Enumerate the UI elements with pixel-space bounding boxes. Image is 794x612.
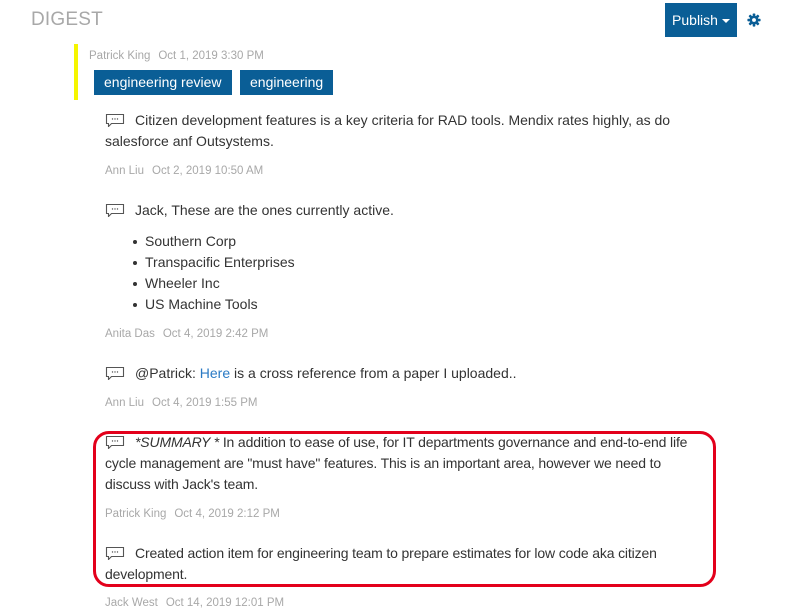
comment-author[interactable]: Ann Liu (105, 397, 144, 409)
list-item: Southern Corp (133, 231, 295, 252)
comment-date: Oct 2, 2019 10:50 AM (152, 165, 264, 177)
tag-engineering[interactable]: engineering (240, 70, 334, 95)
comment-2: Jack, These are the ones currently activ… (105, 200, 394, 221)
post-meta: Patrick King Oct 1, 2019 3:30 PM (89, 50, 264, 62)
list-item: Wheeler Inc (133, 273, 295, 294)
comment-icon (105, 435, 125, 449)
comment-text: cycle management are "must have" feature… (105, 455, 661, 471)
comment-meta: Patrick King Oct 4, 2019 2:12 PM (105, 508, 280, 520)
tag-engineering-review[interactable]: engineering review (94, 70, 232, 95)
gear-icon[interactable] (747, 13, 761, 27)
list-item: Transpacific Enterprises (133, 252, 295, 273)
comment-meta: Ann Liu Oct 2, 2019 10:50 AM (105, 165, 263, 177)
comment-meta: Anita Das Oct 4, 2019 2:42 PM (105, 328, 268, 340)
comment-icon (105, 113, 125, 127)
comment-text: development. (105, 566, 188, 582)
comment-4: *SUMMARY * In addition to ease of use, f… (105, 432, 687, 495)
comment-1: Citizen development features is a key cr… (105, 110, 670, 152)
comment-text: Jack, These are the ones currently activ… (135, 202, 394, 218)
page-title: DIGEST (31, 9, 103, 30)
comment-text: Citizen development features is a key cr… (135, 112, 671, 128)
comment-text: salesforce anf Outsystems. (105, 133, 274, 149)
comment-text-suffix: is a cross reference from a paper I uplo… (230, 365, 517, 381)
company-list: Southern Corp Transpacific Enterprises W… (133, 231, 295, 315)
comment-meta: Ann Liu Oct 4, 2019 1:55 PM (105, 397, 258, 409)
comment-author[interactable]: Anita Das (105, 328, 155, 340)
comment-text-prefix: @Patrick: (135, 365, 200, 381)
publish-label: Publish (672, 12, 718, 28)
comment-text: discuss with Jack's team. (105, 476, 258, 492)
caret-down-icon (721, 19, 730, 23)
comment-author[interactable]: Patrick King (105, 508, 166, 520)
post-author[interactable]: Patrick King (89, 50, 150, 62)
comment-date: Oct 4, 2019 2:12 PM (174, 508, 280, 520)
comment-3: @Patrick: Here is a cross reference from… (105, 363, 517, 384)
comment-date: Oct 4, 2019 1:55 PM (152, 397, 258, 409)
post-marker-bar (74, 44, 78, 100)
comment-icon (105, 546, 125, 560)
comment-icon (105, 203, 125, 217)
here-link[interactable]: Here (200, 365, 230, 381)
post-date: Oct 1, 2019 3:30 PM (158, 50, 264, 62)
comment-date: Oct 14, 2019 12:01 PM (165, 597, 285, 609)
comment-date: Oct 4, 2019 2:42 PM (162, 328, 269, 340)
publish-button[interactable]: Publish (665, 3, 737, 37)
comment-author[interactable]: Jack West (105, 597, 158, 609)
list-item: US Machine Tools (133, 294, 295, 315)
comment-text: Created action item for engineering team… (135, 545, 657, 561)
comment-text: In addition to ease of use, for IT depar… (219, 434, 688, 450)
summary-emphasis: *SUMMARY * (135, 434, 220, 450)
comment-icon (105, 366, 125, 380)
comment-author[interactable]: Ann Liu (105, 165, 144, 177)
comment-5: Created action item for engineering team… (105, 543, 657, 585)
comment-meta: Jack West Oct 14, 2019 12:01 PM (105, 597, 284, 609)
